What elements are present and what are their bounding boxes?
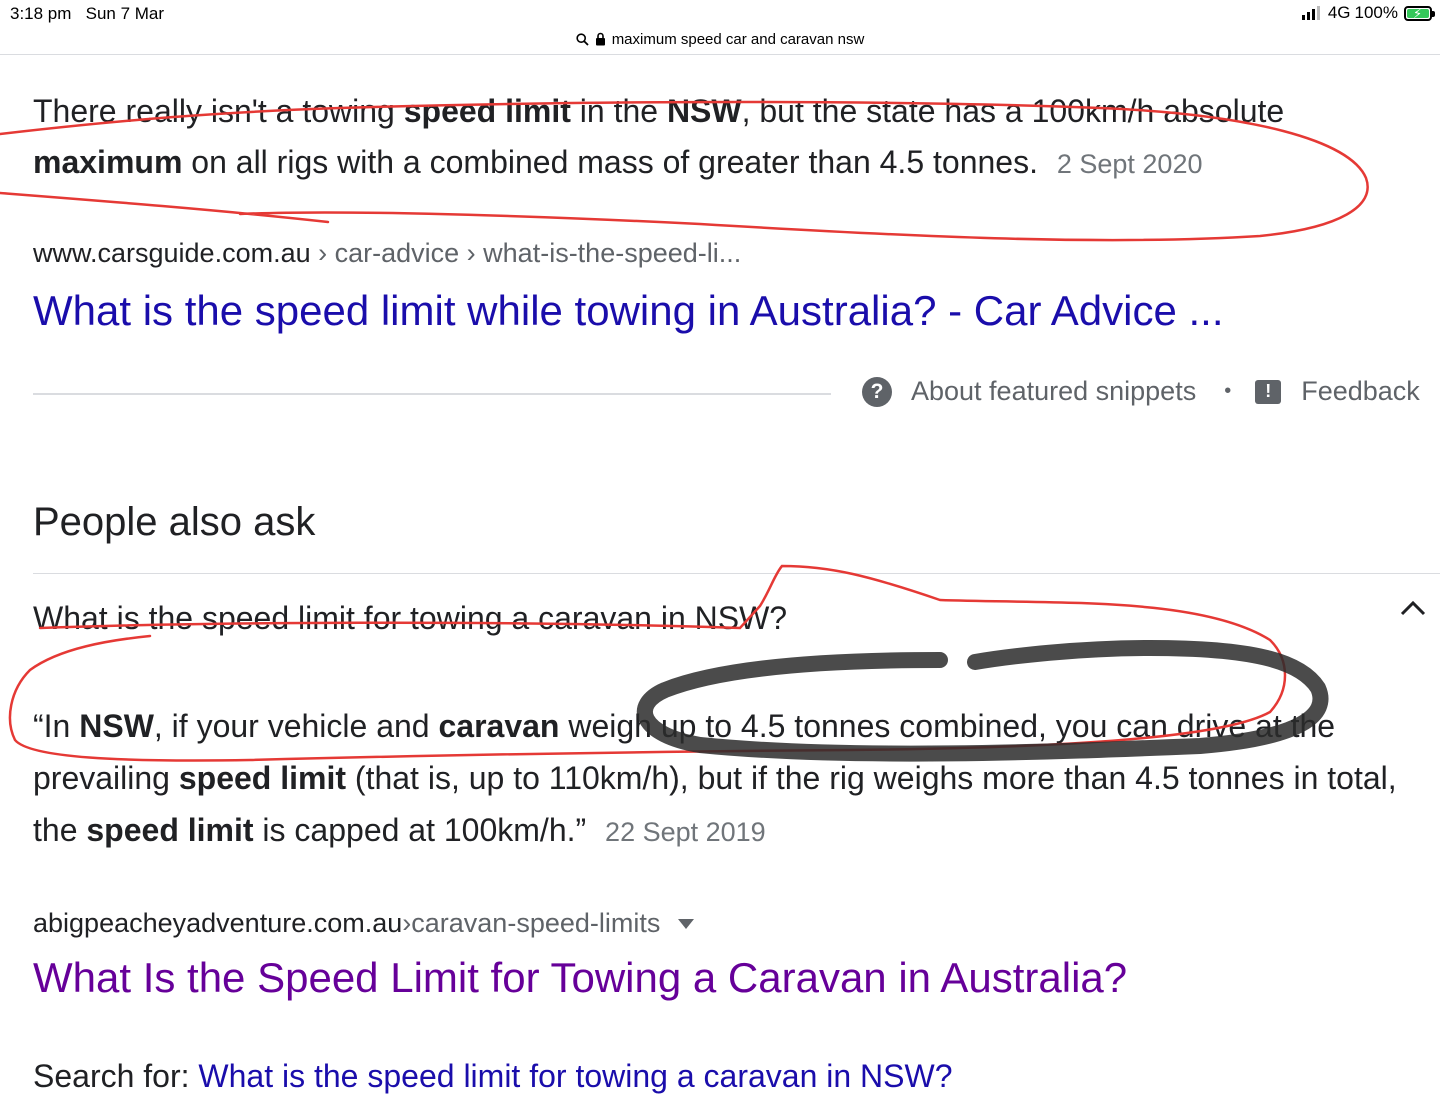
search-icon [576,32,589,46]
toolbar-divider [0,54,1440,55]
paa-divider [33,573,1440,574]
status-time: 3:18 pm [10,4,72,23]
url-text: maximum speed car and caravan nsw [611,30,865,48]
answer-bold: speed limit [178,760,347,796]
breadcrumb-path: what-is-the-speed-li... [483,238,742,268]
answer-bold: speed limit [86,812,254,848]
snippet-text: There really isn't a towing [33,93,404,129]
status-bar-right: 4G 100% ⚡ [1301,3,1435,23]
chevron-up-icon[interactable] [1398,598,1428,623]
dropdown-caret-icon[interactable] [678,918,695,929]
battery-percent: 100% [1354,3,1398,22]
battery-charging-icon: ⚡ [1404,5,1435,21]
bolt-icon: ⚡ [1413,5,1423,21]
status-date: Sun 7 Mar [85,4,165,23]
answer-text: , if your vehicle and [153,708,439,744]
snippet-text: on all rigs with a combined mass of grea… [182,144,1038,180]
help-icon[interactable]: ? [862,376,892,407]
search-for-link[interactable]: What is the speed limit for towing a car… [198,1058,952,1094]
feedback-link[interactable]: Feedback [1301,376,1420,407]
breadcrumb-path: caravan-speed-limits [411,908,661,938]
network-type: 4G [1327,3,1351,22]
snippet-text: in the [570,93,667,129]
address-bar[interactable]: maximum speed car and caravan nsw [0,27,1440,51]
answer-date: 22 Sept 2019 [605,817,766,847]
featured-snippet-text: There really isn't a towing speed limit … [33,86,1433,190]
separator-dot: • [1224,380,1232,402]
answer-bold: caravan [438,708,560,744]
lock-icon [595,32,606,46]
snippet-bold: maximum [33,144,183,180]
snippet-text: , but the state has a 100km/h absolute [741,93,1285,129]
feedback-icon[interactable]: ! [1255,379,1282,404]
people-also-ask-heading: People also ask [33,500,316,544]
status-bar-time: 3:18 pm Sun 7 Mar [10,4,164,24]
snippet-divider [33,393,831,395]
breadcrumb-path: car-advice [334,238,460,268]
snippet-bold: speed limit [403,93,571,129]
answer-text: is capped at 100km/h.” [253,812,587,848]
answer-bold: NSW [79,708,154,744]
paa-result-breadcrumb[interactable]: abigpeacheyadventure.com.au › caravan-sp… [33,908,695,939]
search-for-row: Search for: What is the speed limit for … [33,1058,953,1095]
paa-answer-text: “In NSW, if your vehicle and caravan wei… [33,700,1440,858]
breadcrumb-separator: › [310,238,335,268]
breadcrumb-separator: › [459,238,484,268]
snippet-date: 2 Sept 2020 [1056,149,1203,179]
search-for-label: Search for: [33,1058,199,1094]
breadcrumb-domain: abigpeacheyadventure.com.au [33,908,403,938]
paa-question[interactable]: What is the speed limit for towing a car… [33,600,787,637]
snippet-footer: ? About featured snippets • ! Feedback [862,376,1420,407]
result-title-link[interactable]: What is the speed limit while towing in … [33,287,1224,335]
snippet-bold: NSW [666,93,742,129]
cellular-signal-icon [1301,6,1320,20]
paa-result-title-link[interactable]: What Is the Speed Limit for Towing a Car… [33,954,1127,1002]
about-featured-snippets-link[interactable]: About featured snippets [911,376,1196,407]
result-breadcrumb[interactable]: www.carsguide.com.au › car-advice › what… [33,238,741,269]
breadcrumb-domain: www.carsguide.com.au [33,238,311,268]
answer-text: “In [33,708,80,744]
breadcrumb-separator: › [402,908,412,938]
